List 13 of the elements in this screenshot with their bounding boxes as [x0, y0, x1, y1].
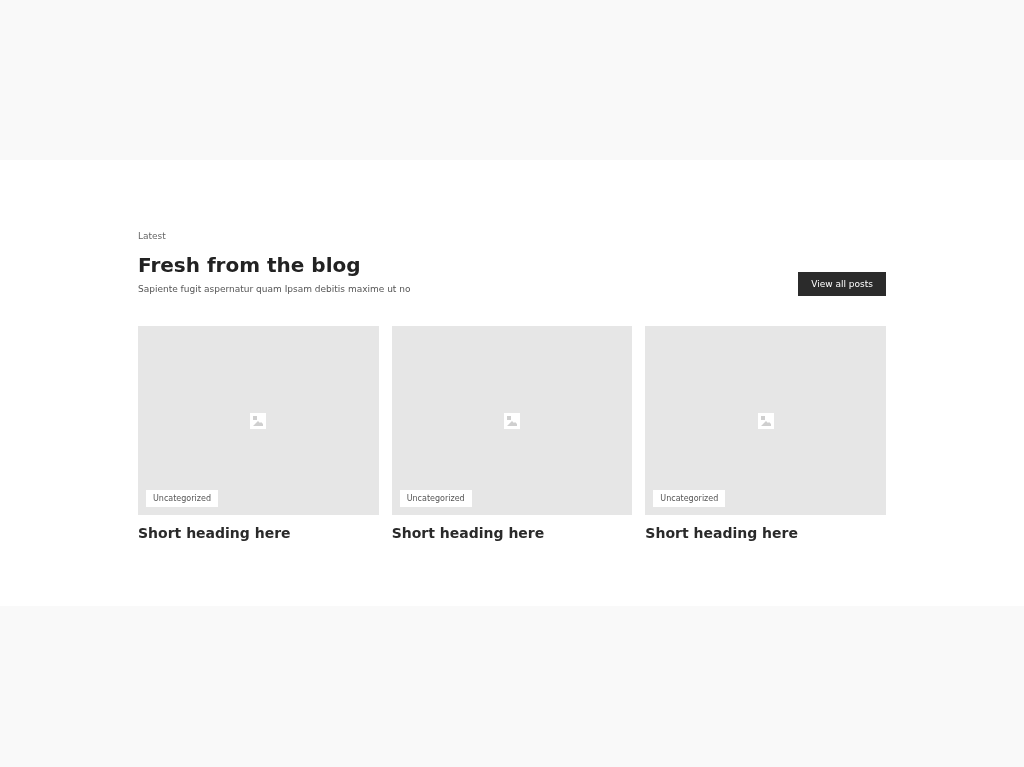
category-tag[interactable]: Uncategorized — [146, 490, 218, 507]
category-tag[interactable]: Uncategorized — [653, 490, 726, 507]
post-title[interactable]: Short heading here — [391, 525, 633, 541]
section-subtitle: Sapiente fugit aspernatur quam Ipsam debitis maxime ut no — [138, 283, 411, 295]
section-title: Fresh from the blog — [138, 252, 362, 279]
image-icon — [757, 412, 774, 429]
category-tag[interactable]: Uncategorized — [399, 490, 472, 507]
section-eyebrow: Latest — [138, 230, 167, 242]
post-title[interactable]: Short heading here — [645, 525, 886, 541]
image-icon — [504, 412, 520, 429]
view-all-button[interactable]: View all posts — [798, 272, 886, 296]
image-icon — [250, 412, 267, 429]
post-title[interactable]: Short heading here — [138, 525, 379, 541]
